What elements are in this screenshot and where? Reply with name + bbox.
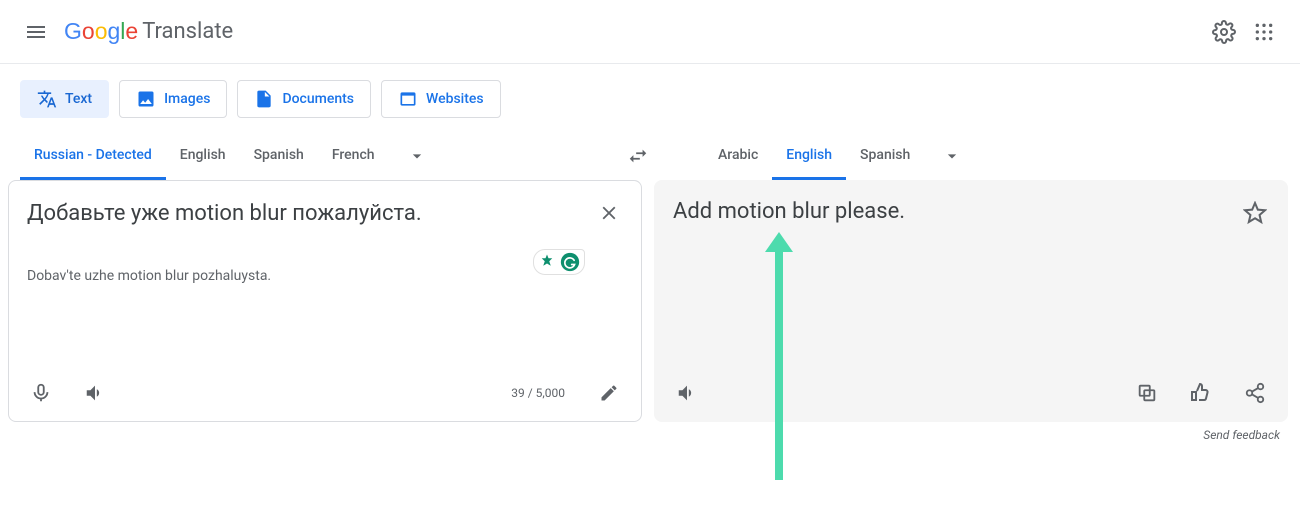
close-icon [598, 202, 620, 224]
target-lang-dropdown[interactable] [932, 136, 972, 176]
app-header: Google Translate [0, 0, 1300, 64]
clear-input-button[interactable] [591, 195, 627, 231]
mode-documents[interactable]: Documents [237, 80, 371, 118]
google-wordmark: Google [64, 18, 138, 45]
speaker-icon [84, 382, 106, 404]
target-panel: Add motion blur please. [654, 180, 1288, 422]
document-icon [254, 89, 274, 109]
grammarly-icon [560, 252, 580, 272]
source-lang-detected[interactable]: Russian - Detected [20, 132, 166, 180]
chevron-down-icon [942, 146, 962, 166]
speaker-icon [676, 382, 698, 404]
source-text-input[interactable]: Добавьте уже motion blur пожалуйста. [27, 199, 585, 230]
mic-icon [30, 382, 52, 404]
source-lang-french[interactable]: French [318, 132, 389, 180]
send-feedback-link[interactable]: Send feedback [0, 422, 1300, 442]
mode-docs-label: Documents [282, 91, 354, 107]
target-lang-english[interactable]: English [772, 132, 846, 180]
copy-translation-button[interactable] [1129, 375, 1165, 411]
target-lang-spanish[interactable]: Spanish [846, 132, 924, 180]
swap-horiz-icon [627, 145, 649, 167]
main-menu-button[interactable] [16, 12, 56, 52]
keyboard-button[interactable] [591, 375, 627, 411]
pencil-icon [599, 383, 619, 403]
save-translation-button[interactable] [1237, 195, 1273, 231]
mode-text-label: Text [65, 91, 92, 107]
mode-tabs: Text Images Documents Websites [0, 64, 1300, 132]
source-lang-spanish[interactable]: Spanish [240, 132, 318, 180]
mode-images-label: Images [164, 91, 210, 107]
translate-icon [37, 89, 57, 109]
logo[interactable]: Google Translate [64, 18, 233, 45]
language-bar: Russian - Detected English Spanish Frenc… [0, 132, 1300, 180]
apps-grid-icon [1254, 22, 1274, 42]
mode-websites[interactable]: Websites [381, 80, 501, 118]
hamburger-icon [24, 20, 48, 44]
product-name: Translate [142, 19, 233, 44]
share-translation-button[interactable] [1237, 375, 1273, 411]
mode-images[interactable]: Images [119, 80, 227, 118]
gear-icon [1212, 20, 1236, 44]
source-lang-english[interactable]: English [166, 132, 240, 180]
image-icon [136, 89, 156, 109]
thumbs-icon [1189, 381, 1213, 405]
grammarly-suggest-icon [538, 253, 556, 271]
listen-target-button[interactable] [669, 375, 705, 411]
copy-icon [1136, 382, 1158, 404]
source-panel: Добавьте уже motion blur пожалуйста. Dob… [8, 180, 642, 422]
translation-output: Add motion blur please. [673, 199, 1231, 224]
settings-button[interactable] [1204, 12, 1244, 52]
listen-source-button[interactable] [77, 375, 113, 411]
chevron-down-icon [407, 146, 427, 166]
mode-web-label: Websites [426, 91, 484, 107]
website-icon [398, 89, 418, 109]
swap-languages-button[interactable] [618, 136, 658, 176]
source-transliteration: Dobav'te uzhe motion blur pozhaluysta. [27, 268, 585, 284]
apps-button[interactable] [1244, 12, 1284, 52]
grammarly-widget[interactable] [533, 249, 585, 275]
translate-panels: Добавьте уже motion blur пожалуйста. Dob… [0, 180, 1300, 422]
char-count: 39 / 5,000 [511, 386, 565, 400]
star-outline-icon [1243, 201, 1267, 225]
source-lang-dropdown[interactable] [397, 136, 437, 176]
rate-translation-button[interactable] [1183, 375, 1219, 411]
mode-text[interactable]: Text [20, 80, 109, 118]
target-lang-arabic[interactable]: Arabic [704, 132, 772, 180]
share-icon [1244, 382, 1266, 404]
voice-input-button[interactable] [23, 375, 59, 411]
